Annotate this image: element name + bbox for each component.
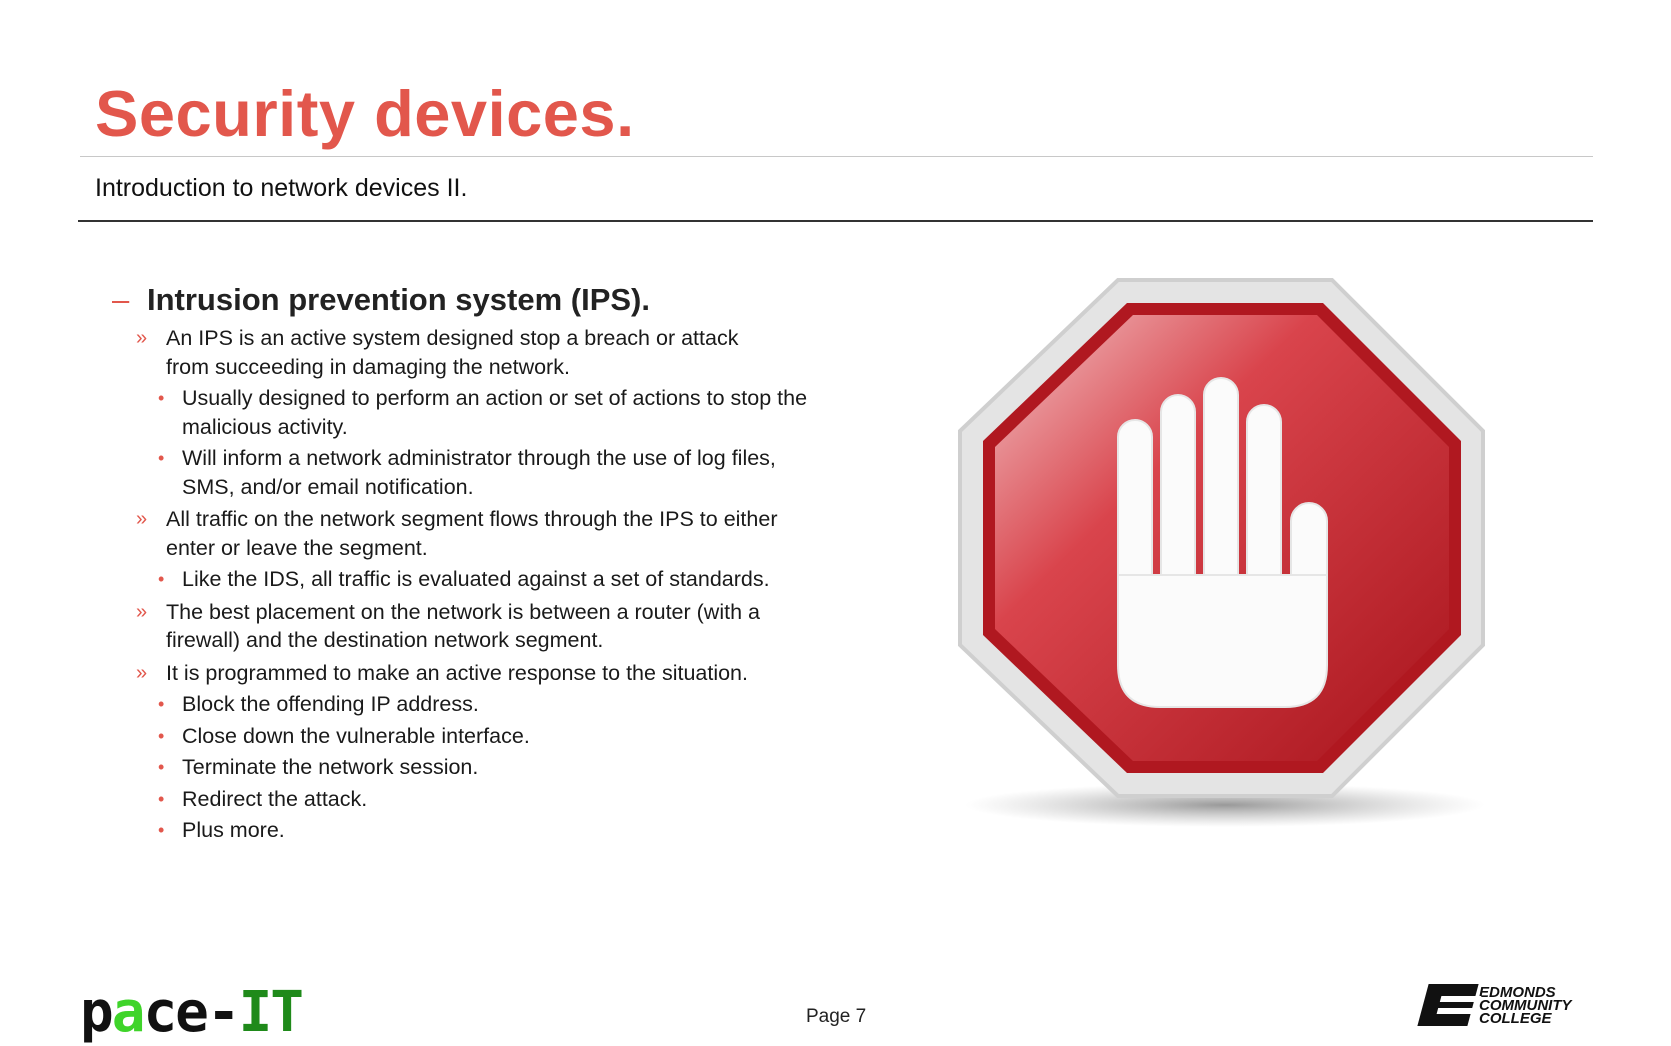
edmonds-community-college-logo: EDMONDS COMMUNITY COLLEGE (1417, 984, 1572, 1026)
bullet-text: Usually designed to perform an action or… (182, 386, 808, 439)
bullet-marker: » (136, 508, 148, 530)
sub-bullet-item: • Will inform a network administrator thr… (112, 444, 822, 501)
bullet-text: Close down the vulnerable interface. (182, 723, 530, 748)
logo-part: a (111, 980, 146, 1045)
college-e-mark (1417, 984, 1479, 1026)
bullet-marker: • (158, 788, 165, 809)
sub-bullet-item: • Close down the vulnerable interface. (112, 722, 822, 751)
logo-part: p (80, 980, 114, 1045)
bullet-item: » It is programmed to make an active resp… (112, 659, 786, 688)
bullet-marker: » (136, 661, 148, 684)
bullet-text: Will inform a network administrator thro… (182, 446, 776, 499)
bullet-marker: • (158, 757, 165, 777)
sub-bullet-item: • Plus more. (112, 816, 822, 845)
subtitle-divider (78, 220, 1593, 222)
bullet-text: An IPS is an active system designed stop… (166, 326, 739, 379)
bullet-text: Like the IDS, all traffic is evaluated a… (182, 567, 770, 591)
dash-bullet: – (112, 282, 130, 317)
bullet-marker: • (158, 725, 165, 746)
sub-bullet-item: • Like the IDS, all traffic is evaluated … (112, 565, 822, 594)
sub-bullet-item: • Terminate the network session. (112, 753, 822, 782)
bullet-text: It is programmed to make an active respo… (166, 660, 748, 685)
bullet-item: » An IPS is an active system designed sto… (112, 324, 786, 381)
page-number: Page 7 (806, 1006, 867, 1027)
section-heading: – Intrusion prevention system (IPS). (112, 282, 832, 318)
slide-title: Security devices. (95, 77, 635, 150)
bullet-text: All traffic on the network segment flows… (166, 507, 778, 560)
stop-hand-sign-image (958, 278, 1485, 827)
sub-bullet-item: • Block the offending IP address. (112, 690, 822, 719)
bullet-text: The best placement on the network is bet… (166, 599, 760, 653)
bullet-item: » The best placement on the network is be… (112, 598, 786, 655)
bullet-text: Plus more. (182, 818, 285, 842)
bullet-text: Terminate the network session. (182, 755, 479, 779)
slide-content: – Intrusion prevention system (IPS). » An… (112, 282, 832, 845)
bullet-text: Redirect the attack. (182, 786, 368, 811)
bullet-marker: • (158, 569, 165, 589)
sub-bullet-item: • Usually designed to perform an action o… (112, 384, 822, 441)
pace-it-logo: pace-IT (80, 980, 304, 1045)
bullet-text: Block the offending IP address. (182, 692, 479, 716)
logo-part: ce- (143, 980, 240, 1045)
heading-text: Intrusion prevention system (IPS). (147, 282, 650, 317)
bullet-marker: » (136, 600, 148, 623)
bullet-marker: • (158, 694, 165, 714)
title-divider (80, 156, 1593, 157)
bullet-marker: • (158, 448, 165, 468)
bullet-marker: » (136, 327, 148, 349)
slide-subtitle: Introduction to network devices II. (95, 174, 468, 202)
bullet-marker: • (158, 388, 165, 408)
bullet-marker: • (158, 820, 165, 840)
sub-bullet-item: • Redirect the attack. (112, 785, 822, 814)
logo-part: IT (238, 980, 304, 1045)
bullet-item: » All traffic on the network segment flow… (112, 505, 786, 562)
